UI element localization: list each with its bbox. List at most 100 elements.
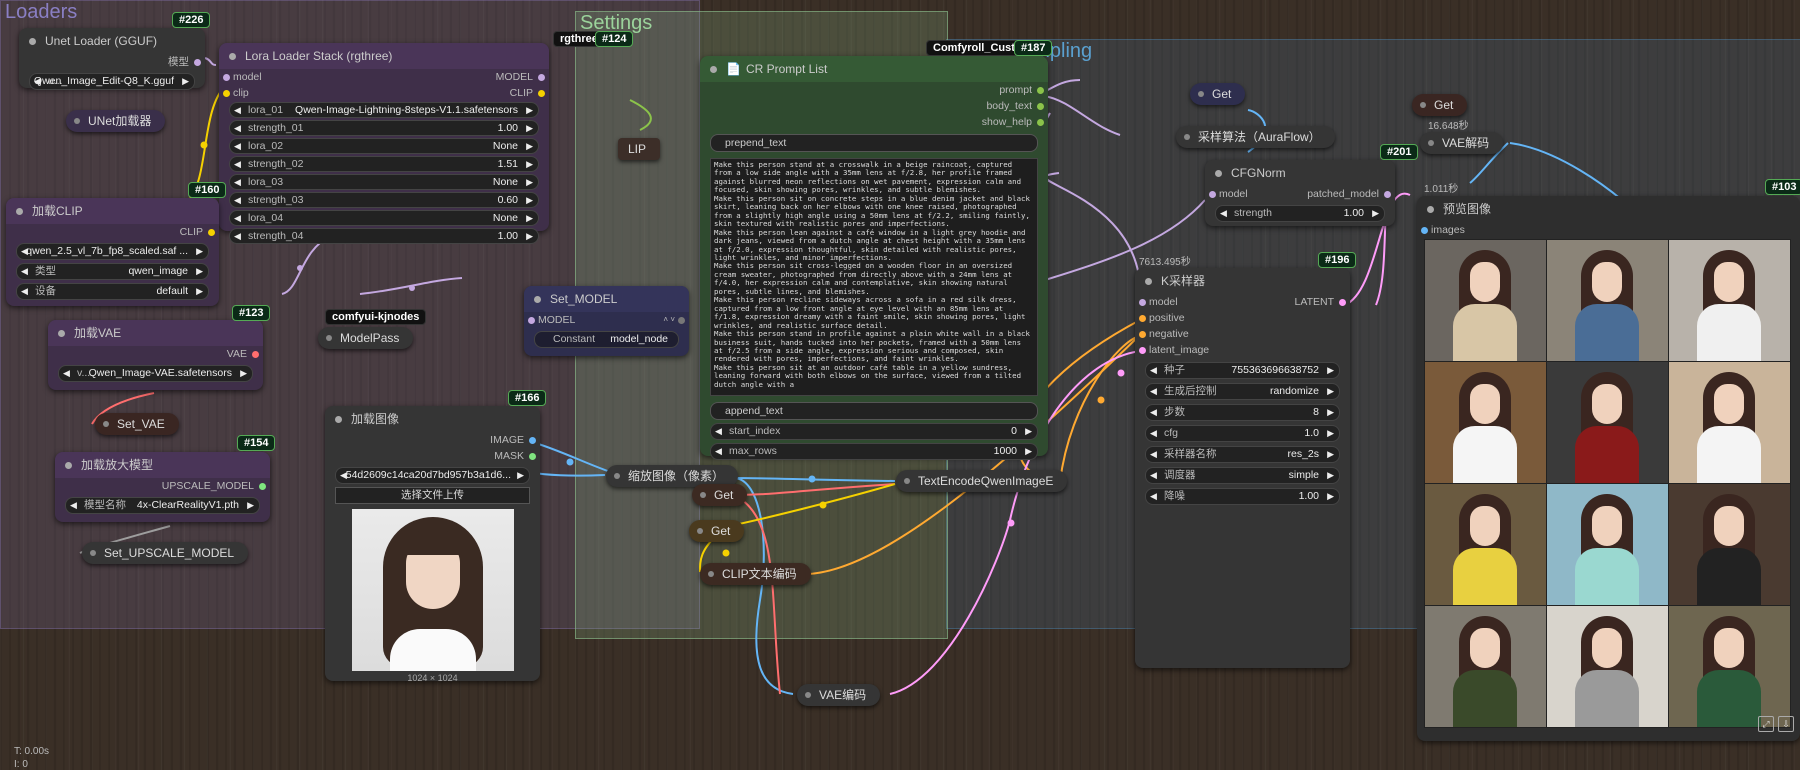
arrow-right-icon[interactable]: ▶ <box>526 121 533 135</box>
arrow-right-icon[interactable]: ▶ <box>196 284 203 299</box>
node-header[interactable]: 加载VAE <box>48 320 263 346</box>
lora-widget-lora_02[interactable]: ◀ lora_02 None ▶ <box>229 138 539 154</box>
arrow-left-icon[interactable]: ◀ <box>1150 363 1157 378</box>
fullscreen-icon[interactable]: ⤢ <box>1758 716 1774 732</box>
output-slot[interactable] <box>538 74 545 81</box>
arrow-right-icon[interactable]: ▶ <box>1372 206 1379 221</box>
input-positive[interactable]: positive <box>1135 310 1350 326</box>
output-slot[interactable] <box>529 437 536 444</box>
arrow-left-icon[interactable]: ◀ <box>234 139 241 153</box>
arrow-right-icon[interactable]: ▶ <box>240 366 247 381</box>
lora-widget-strength_03[interactable]: ◀ strength_03 0.60 ▶ <box>229 192 539 208</box>
node-header[interactable]: 📄 CR Prompt List <box>700 56 1048 82</box>
input-model[interactable]: model LATENT <box>1135 294 1350 310</box>
arrow-left-icon[interactable]: ◀ <box>234 175 241 189</box>
clip-widget[interactable]: ◀ 设备 default ▶ <box>16 283 209 300</box>
preview-thumbnail[interactable] <box>1668 605 1791 728</box>
arrow-right-icon[interactable]: ▶ <box>526 229 533 243</box>
arrow-left-icon[interactable]: ◀ <box>234 121 241 135</box>
collapse-dot[interactable] <box>1420 102 1426 108</box>
arrow-right-icon[interactable]: ▶ <box>1327 468 1334 483</box>
collapse-dot[interactable] <box>29 38 36 45</box>
output-upscale[interactable]: UPSCALE_MODEL <box>55 478 270 494</box>
output-model[interactable]: 模型 <box>19 54 205 70</box>
input-negative[interactable]: negative <box>1135 326 1350 342</box>
output-slot[interactable] <box>1037 119 1044 126</box>
collapse-dot[interactable] <box>335 416 342 423</box>
reorder-icon[interactable]: ˄ ˅ <box>663 312 675 328</box>
ksampler-widget[interactable]: ◀ cfg 1.0 ▶ <box>1145 425 1340 442</box>
prepend-text-field[interactable]: prepend_text <box>710 134 1038 152</box>
arrow-left-icon[interactable]: ◀ <box>63 366 70 381</box>
arrow-right-icon[interactable]: ▶ <box>526 211 533 225</box>
collapse-dot[interactable] <box>708 571 714 577</box>
preview-thumbnail[interactable] <box>1546 483 1669 606</box>
input-slot[interactable] <box>1139 331 1146 338</box>
strength-widget[interactable]: ◀ strength 1.00 ▶ <box>1215 205 1385 222</box>
arrow-right-icon[interactable]: ▶ <box>1327 447 1334 462</box>
collapse-dot[interactable] <box>904 478 910 484</box>
collapse-dot[interactable] <box>229 53 236 60</box>
input-slot[interactable] <box>1209 191 1216 198</box>
arrow-left-icon[interactable]: ◀ <box>234 211 241 225</box>
append-text-field[interactable]: append_text <box>710 402 1038 420</box>
arrow-right-icon[interactable]: ▶ <box>526 139 533 153</box>
output-slot[interactable] <box>1339 299 1346 306</box>
vae-decode-node[interactable]: VAE解码 <box>1420 132 1504 154</box>
collapse-dot[interactable] <box>614 473 620 479</box>
upscale-name-widget[interactable]: ◀ 模型名称 4x-ClearRealityV1.pth ▶ <box>65 497 260 514</box>
collapse-dot[interactable] <box>74 118 80 124</box>
set-vae-node[interactable]: Set_VAE <box>95 413 179 435</box>
collapse-dot[interactable] <box>1198 91 1204 97</box>
arrow-right-icon[interactable]: ▶ <box>196 264 203 279</box>
lora-widget-strength_04[interactable]: ◀ strength_04 1.00 ▶ <box>229 228 539 244</box>
arrow-right-icon[interactable]: ▶ <box>526 103 533 117</box>
set-upscale-node[interactable]: Set_UPSCALE_MODEL <box>82 542 249 564</box>
arrow-right-icon[interactable]: ▶ <box>526 193 533 207</box>
input-slot[interactable] <box>223 90 230 97</box>
collapse-dot[interactable] <box>326 335 332 341</box>
output-slot[interactable] <box>194 59 201 66</box>
output-image[interactable]: IMAGE <box>325 432 540 448</box>
output-prompt[interactable]: prompt <box>700 82 1048 98</box>
arrow-right-icon[interactable]: ▶ <box>182 74 189 89</box>
collapse-dot[interactable] <box>65 462 72 469</box>
preview-thumbnail[interactable] <box>1546 239 1669 362</box>
input-latent_image[interactable]: latent_image <box>1135 342 1350 358</box>
collapse-dot[interactable] <box>1184 134 1190 140</box>
clip-partial-node[interactable]: LIP <box>618 138 661 160</box>
arrow-left-icon[interactable]: ◀ <box>715 444 722 459</box>
arrow-right-icon[interactable]: ▶ <box>1327 384 1334 399</box>
arrow-left-icon[interactable]: ◀ <box>21 264 28 279</box>
output-vae[interactable]: VAE <box>48 346 263 362</box>
ksampler-widget[interactable]: ◀ 步数 8 ▶ <box>1145 404 1340 421</box>
ksampler-node[interactable]: K采样器 model LATENT positive negative latent_i… <box>1135 268 1350 668</box>
get-node[interactable]: Get <box>1412 94 1468 116</box>
collapse-dot[interactable] <box>697 528 703 534</box>
output-slot[interactable] <box>678 317 685 324</box>
arrow-right-icon[interactable]: ▶ <box>517 468 524 483</box>
sampler-algo-node[interactable]: 采样算法（AuraFlow） <box>1176 126 1335 148</box>
preview-thumbnail[interactable] <box>1424 483 1547 606</box>
output-slot[interactable] <box>208 229 215 236</box>
output-slot[interactable] <box>259 483 266 490</box>
input-model[interactable]: MODEL ˄ ˅ <box>524 312 689 328</box>
get-node[interactable]: Get <box>689 520 745 542</box>
arrow-left-icon[interactable]: ◀ <box>21 284 28 299</box>
node-header[interactable]: 预览图像 <box>1417 196 1800 222</box>
arrow-right-icon[interactable]: ▶ <box>526 175 533 189</box>
node-header[interactable]: Lora Loader Stack (rgthree) <box>219 43 549 69</box>
collapse-dot[interactable] <box>534 296 541 303</box>
lora-widget-lora_01[interactable]: ◀ lora_01 Qwen-Image-Lightning-8steps-V1.1… <box>229 102 539 118</box>
output-slot[interactable] <box>1384 191 1391 198</box>
arrow-left-icon[interactable]: ◀ <box>1150 447 1157 462</box>
node-header[interactable]: CFGNorm <box>1205 160 1395 186</box>
ksampler-widget[interactable]: ◀ 采样器名称 res_2s ▶ <box>1145 446 1340 463</box>
slot-row-model[interactable]: model MODEL <box>219 69 549 85</box>
arrow-left-icon[interactable]: ◀ <box>234 157 241 171</box>
modelpass-node[interactable]: ModelPass <box>318 327 414 349</box>
output-slot[interactable] <box>529 453 536 460</box>
constant-widget[interactable]: Constant model_node <box>534 331 679 348</box>
lora-widget-strength_02[interactable]: ◀ strength_02 1.51 ▶ <box>229 156 539 172</box>
output-slot[interactable] <box>1037 87 1044 94</box>
